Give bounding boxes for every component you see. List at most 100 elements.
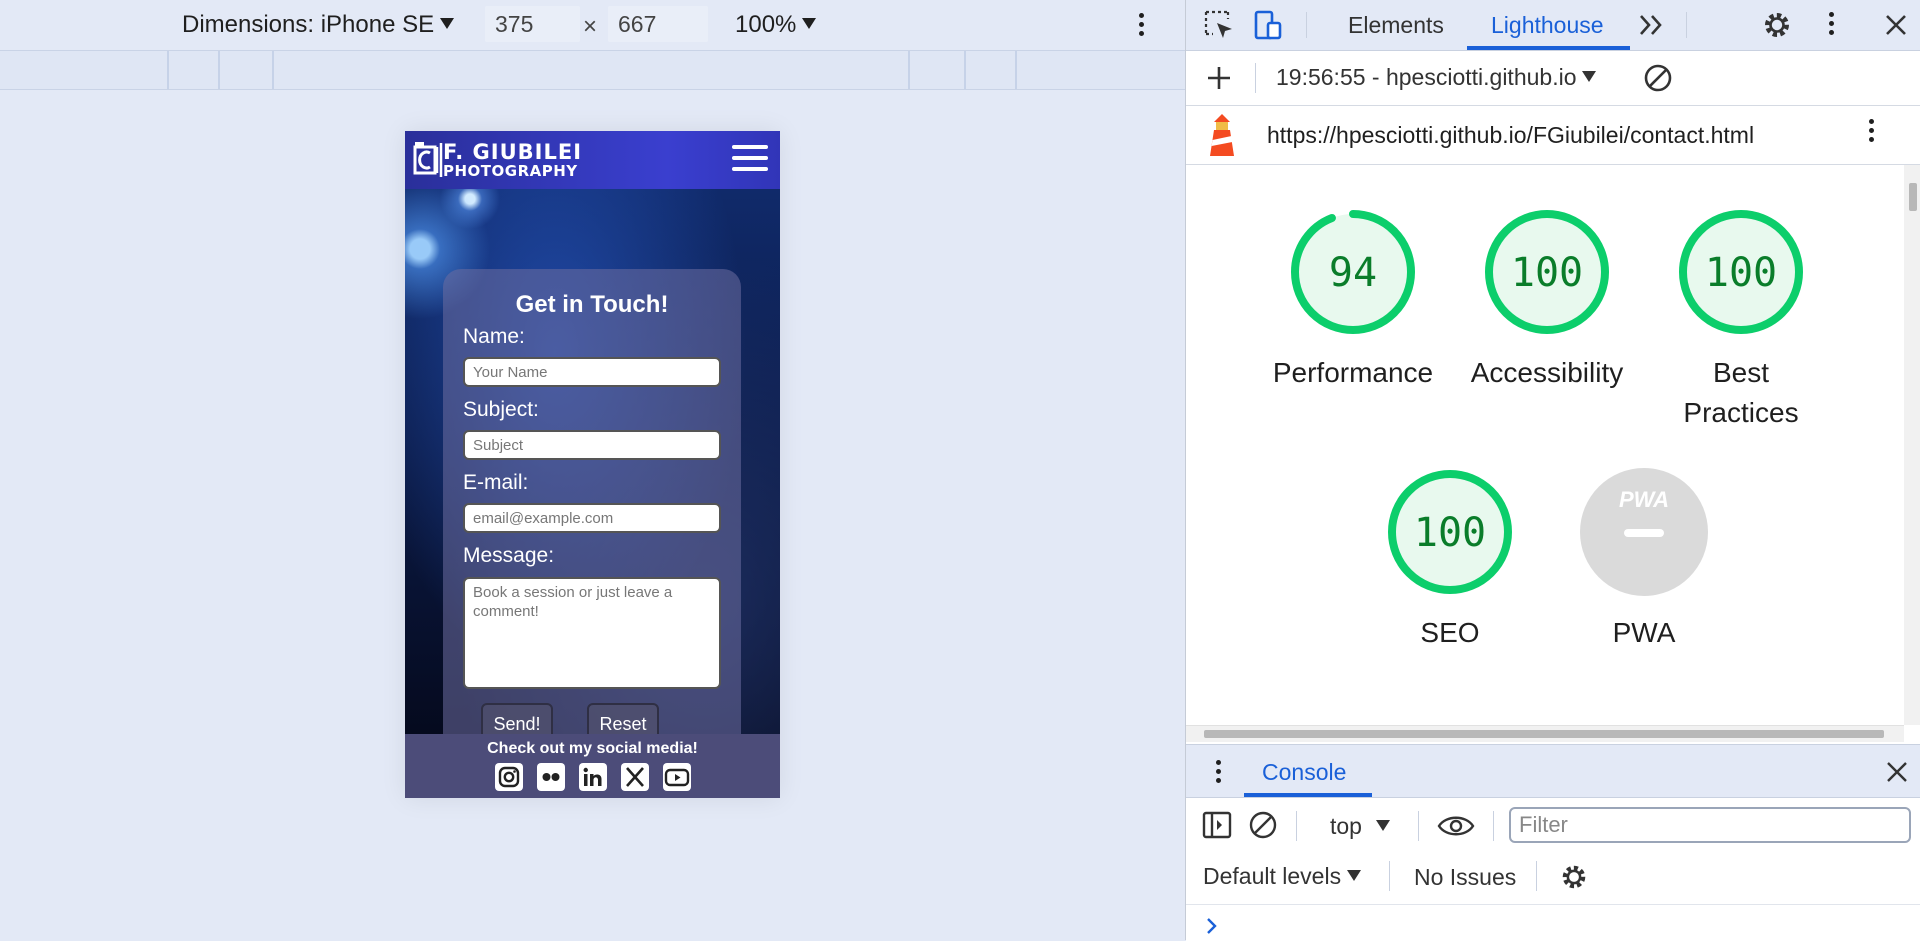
width-input[interactable]: 375 (485, 6, 580, 42)
performance-label: Performance (1272, 357, 1434, 388)
context-label: top (1330, 813, 1362, 839)
media-query-ruler (0, 50, 1185, 90)
separator (1493, 811, 1494, 841)
active-tab-indicator (1467, 46, 1630, 50)
best-practices-gauge[interactable]: 100 (1676, 207, 1806, 337)
instagram-icon[interactable] (495, 763, 523, 791)
vertical-scrollbar[interactable] (1904, 165, 1920, 725)
name-field[interactable]: Your Name (463, 357, 721, 387)
clear-reports-icon[interactable] (1642, 62, 1674, 94)
youtube-icon[interactable] (663, 763, 691, 791)
ruler-segment (272, 51, 274, 89)
name-label: Name: (463, 325, 525, 348)
logo-subtitle: PHOTOGRAPHY (443, 162, 578, 180)
x-twitter-icon[interactable] (621, 763, 649, 791)
height-input[interactable]: 667 (608, 6, 708, 42)
device-dimensions-label: Dimensions: iPhone SE (182, 11, 435, 38)
tab-elements[interactable]: Elements (1348, 12, 1444, 39)
tab-lighthouse[interactable]: Lighthouse (1491, 12, 1604, 39)
console-settings-gear-icon[interactable] (1558, 861, 1590, 893)
active-tab-indicator (1244, 793, 1372, 797)
subject-label: Subject: (463, 398, 539, 421)
flickr-icon[interactable] (537, 763, 565, 791)
logo-title: F. GIUBILEI (443, 140, 583, 164)
separator (1306, 12, 1307, 38)
pwa-gauge[interactable]: PWA (1579, 467, 1709, 597)
devtools-tabbar: Elements Lighthouse (1186, 0, 1920, 51)
horizontal-scrollbar[interactable] (1186, 725, 1904, 742)
best-practices-score: 100 (1705, 250, 1777, 296)
devtools-panel: Elements Lighthouse 19:56:55 - hpesciott… (1185, 0, 1920, 941)
lighthouse-scores: 94 Performance 100 Accessibility 100 Bes… (1186, 165, 1901, 725)
report-url-bar: https://hpesciotti.github.io/FGiubilei/c… (1186, 106, 1920, 165)
new-report-plus-icon[interactable] (1205, 64, 1233, 92)
log-levels-label: Default levels (1203, 863, 1342, 889)
lighthouse-logo-icon (1210, 114, 1234, 156)
report-select-label: 19:56:55 - hpesciotti.github.io (1276, 64, 1577, 90)
more-tabs-icon[interactable] (1638, 12, 1666, 38)
email-label: E-mail: (463, 471, 529, 494)
caret-down-icon (1375, 820, 1390, 831)
zoom-label: 100% (735, 11, 797, 38)
caret-down-icon (1347, 870, 1362, 881)
hero-background: Get in Touch! Name: Your Name Subject: S… (405, 189, 780, 771)
sidebar-toggle-icon[interactable] (1202, 810, 1232, 840)
linkedin-icon[interactable] (579, 763, 607, 791)
pwa-badge-text: PWA (1619, 487, 1669, 512)
separator (1296, 811, 1297, 841)
context-select[interactable]: top (1330, 813, 1390, 840)
ruler-segment (167, 51, 169, 89)
separator (1389, 861, 1390, 891)
lighthouse-toolbar: 19:56:55 - hpesciotti.github.io (1186, 51, 1920, 106)
separator (1418, 811, 1419, 841)
camera-logo-icon (413, 142, 443, 177)
report-menu-icon[interactable] (1869, 119, 1875, 146)
caret-down-icon (1582, 71, 1597, 82)
performance-gauge[interactable]: 94 (1288, 207, 1418, 337)
console-drawer: Console top Filter Default levels No Iss… (1186, 744, 1920, 941)
report-select[interactable]: 19:56:55 - hpesciotti.github.io (1276, 64, 1597, 91)
ruler-segment (1015, 51, 1017, 89)
site-header: F. GIUBILEI PHOTOGRAPHY (405, 131, 780, 189)
close-devtools-icon[interactable] (1883, 12, 1909, 38)
subject-field[interactable]: Subject (463, 430, 721, 460)
pwa-label: PWA (1612, 617, 1676, 648)
divider (1186, 904, 1920, 905)
clear-console-icon[interactable] (1248, 810, 1278, 840)
ruler-segment (964, 51, 966, 89)
console-filter-input[interactable]: Filter (1509, 807, 1911, 843)
phone-viewport: F. GIUBILEI PHOTOGRAPHY Get in Touch! Na… (405, 131, 780, 798)
form-title: Get in Touch! (515, 291, 669, 318)
issues-counter[interactable]: No Issues (1414, 864, 1516, 891)
footer-text: Check out my social media! (487, 740, 698, 757)
log-levels-select[interactable]: Default levels (1203, 863, 1362, 890)
live-expression-eye-icon[interactable] (1436, 813, 1476, 839)
separator (1255, 63, 1256, 93)
device-toggle-icon[interactable] (1252, 9, 1284, 41)
ruler-segment (908, 51, 910, 89)
console-prompt-chevron-icon[interactable] (1204, 916, 1220, 936)
email-field[interactable]: email@example.com (463, 503, 721, 533)
zoom-select[interactable]: 100% (735, 11, 817, 39)
separator (1686, 12, 1687, 38)
hamburger-menu-icon[interactable] (732, 145, 768, 177)
close-drawer-icon[interactable] (1885, 760, 1909, 784)
seo-gauge[interactable]: 100 (1385, 467, 1515, 597)
drawer-menu-icon[interactable] (1216, 760, 1222, 787)
accessibility-score: 100 (1511, 250, 1583, 296)
device-dimensions-select[interactable]: Dimensions: iPhone SE (182, 11, 455, 39)
message-textarea[interactable]: Book a session or just leave a comment! (463, 577, 721, 689)
caret-down-icon (802, 18, 817, 29)
times-separator: × (583, 13, 598, 40)
seo-score: 100 (1414, 510, 1486, 556)
ruler-segment (218, 51, 220, 89)
message-label: Message: (463, 544, 555, 567)
tab-console[interactable]: Console (1262, 759, 1346, 786)
inspect-element-icon[interactable] (1203, 9, 1235, 41)
settings-gear-icon[interactable] (1760, 8, 1794, 42)
report-url[interactable]: https://hpesciotti.github.io/FGiubilei/c… (1267, 122, 1754, 149)
devtools-menu-icon[interactable] (1829, 12, 1835, 39)
device-toolbar: Dimensions: iPhone SE 375 × 667 100% (0, 0, 1185, 50)
more-options-icon[interactable] (1139, 13, 1145, 40)
accessibility-gauge[interactable]: 100 (1482, 207, 1612, 337)
